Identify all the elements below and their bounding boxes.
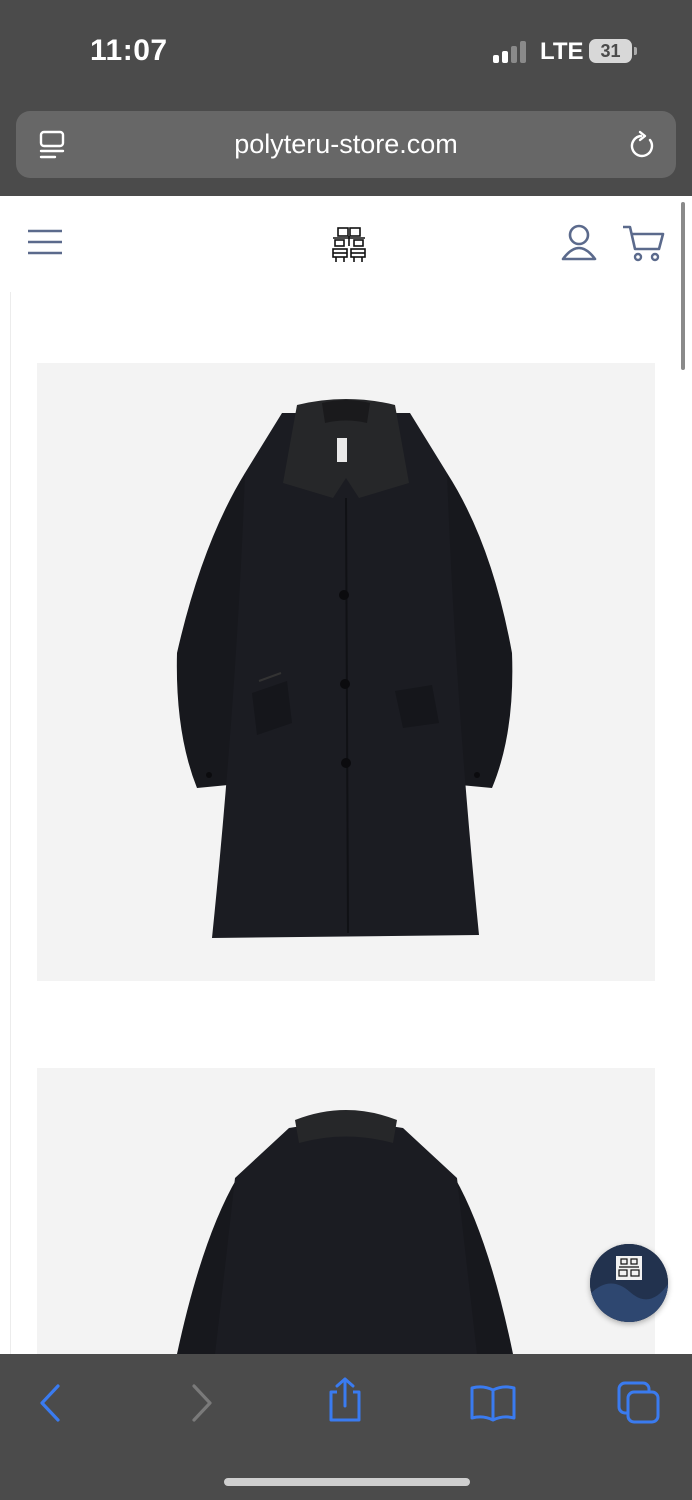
hamburger-icon[interactable] <box>27 228 63 256</box>
home-indicator <box>224 1478 470 1486</box>
tabs-icon[interactable] <box>614 1380 664 1426</box>
battery-tip <box>634 47 637 55</box>
battery-icon: 31 <box>589 39 632 63</box>
product-image-back[interactable] <box>37 1068 655 1354</box>
book-icon[interactable] <box>468 1380 518 1426</box>
cart-icon[interactable] <box>621 223 665 263</box>
address-bar[interactable]: polyteru-store.com <box>16 111 676 178</box>
site-header <box>0 196 680 292</box>
address-bar-area: polyteru-store.com <box>0 110 692 196</box>
black-coat-back-icon <box>177 1110 513 1354</box>
network-type: LTE <box>540 38 584 65</box>
user-icon[interactable] <box>560 223 598 261</box>
clock: 11:07 <box>90 34 168 67</box>
page-scrollbar[interactable] <box>681 202 685 370</box>
share-icon[interactable] <box>320 1376 370 1422</box>
chat-widget-button[interactable] <box>590 1244 668 1322</box>
brand-logo-icon[interactable] <box>330 226 368 264</box>
chat-avatar-icon <box>590 1244 668 1322</box>
reload-icon[interactable] <box>628 129 658 161</box>
chevron-right-icon[interactable] <box>176 1380 226 1426</box>
chevron-left-icon[interactable] <box>28 1380 78 1426</box>
black-coat-front-icon <box>176 399 513 938</box>
url-text[interactable]: polyteru-store.com <box>16 129 676 160</box>
product-image-front[interactable] <box>37 363 655 981</box>
status-bar: 11:07 LTE 31 <box>0 0 692 110</box>
signal-icon <box>493 41 529 63</box>
